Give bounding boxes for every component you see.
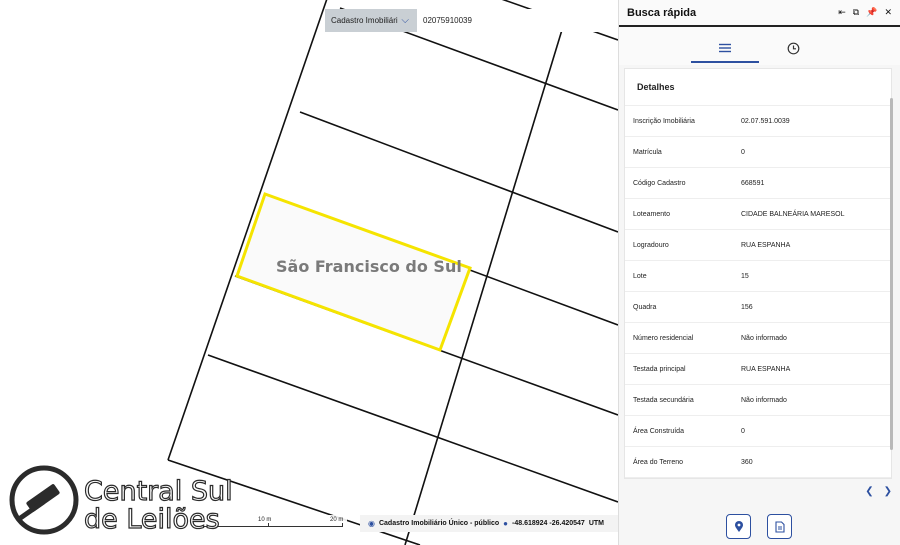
detail-key: Matrícula [633,148,662,156]
logo-line1: Central Sul [84,476,233,507]
status-coordinates: -48.618924 -26.420547 [512,520,585,527]
layer-selector-label: Cadastro Imobiliári [331,16,398,25]
chevron-right-icon[interactable]: ❯ [884,486,892,497]
tab-history[interactable] [759,35,827,61]
detail-value: 156 [741,303,753,311]
panel-actions: ⇤ ⧉ 📌 ✕ [838,7,892,18]
details-title: Detalhes [625,69,891,106]
tab-list[interactable] [691,35,759,63]
detail-value: 02.07.591.0039 [741,117,790,125]
status-bar: ◉ Cadastro Imobiliário Único - público ●… [360,515,618,532]
pager: ❮ ❯ [865,486,892,497]
detail-row: Quadra 156 [625,292,891,323]
panel-tabs [619,27,900,65]
detail-key: Lote [633,272,647,280]
detail-row: Matrícula 0 [625,137,891,168]
detail-row: Loteamento CIDADE BALNEÁRIA MARESOL [625,199,891,230]
parcel-label: São Francisco do Sul [276,257,462,276]
location-pin-icon [734,520,743,532]
detail-value: RUA ESPANHA [741,365,791,373]
popout-icon[interactable]: ⧉ [853,7,859,18]
panel-header: Busca rápida ⇤ ⧉ 📌 ✕ [619,0,900,27]
search-value: 02075910039 [423,16,472,25]
location-pin-icon: ● [503,519,509,528]
detail-row: Testada principal RUA ESPANHA [625,354,891,385]
detail-key: Testada secundária [633,396,694,404]
detail-row: Inscrição Imobiliária 02.07.591.0039 [625,106,891,137]
search-input[interactable]: 02075910039 [417,9,618,32]
detail-row: Número residencial Não informado [625,323,891,354]
layers-icon: ◉ [368,519,375,528]
detail-row: Lote 15 [625,261,891,292]
detail-key: Testada principal [633,365,686,373]
details-card: Detalhes Inscrição Imobiliária 02.07.591.… [624,68,892,479]
detail-key: Logradouro [633,241,669,249]
report-button[interactable] [767,514,792,539]
detail-value: RUA ESPANHA [741,241,791,249]
detail-row: Código Cadastro 668591 [625,168,891,199]
detail-value: Não informado [741,334,787,342]
chevron-left-icon[interactable]: ❮ [865,486,873,497]
detail-key: Inscrição Imobiliária [633,117,695,125]
chevron-down-icon: ⌵ [401,15,409,26]
details-list: Inscrição Imobiliária 02.07.591.0039 Matrí… [625,106,891,479]
detail-row: Área Construída 0 [625,416,891,447]
detail-value: Não informado [741,396,787,404]
detail-value: 0 [741,427,745,435]
quick-search-panel: Busca rápida ⇤ ⧉ 📌 ✕ Detalhes Inscrição … [618,0,900,545]
map-canvas[interactable]: São Francisco do Sul Cadastro Imobiliári… [0,0,618,545]
detail-key: Área do Terreno [633,458,684,466]
detail-key: Loteamento [633,210,670,218]
pin-icon[interactable]: 📌 [866,7,877,18]
collapse-left-icon[interactable]: ⇤ [838,7,846,18]
detail-value: 360 [741,458,753,466]
detail-row: Área do Terreno 360 [625,447,891,478]
logo-line2: de Leilões [84,504,220,535]
detail-row: Logradouro RUA ESPANHA [625,230,891,261]
detail-key: Código Cadastro [633,179,686,187]
status-suffix: UTM [588,520,604,527]
status-layer-text: Cadastro Imobiliário Único - público [378,520,500,527]
detail-row: Testada secundária Não informado [625,385,891,416]
list-icon [719,43,731,53]
detail-key: Área Construída [633,427,684,435]
central-sul-logo: Central Sul de Leilões [9,465,233,536]
close-icon[interactable]: ✕ [884,7,892,18]
detail-key: Quadra [633,303,657,311]
clock-icon [787,42,799,54]
panel-title: Busca rápida [627,6,697,19]
detail-row: Testada12 [625,478,891,479]
scale-label-10: 10 m [258,517,272,523]
layer-selector[interactable]: Cadastro Imobiliári ⌵ [325,9,417,32]
locate-button[interactable] [726,514,751,539]
detail-value: 668591 [741,179,765,187]
detail-key: Número residencial [633,334,694,342]
detail-value: 0 [741,148,745,156]
scrollbar[interactable] [890,98,893,450]
detail-value: CIDADE BALNEÁRIA MARESOL [741,210,845,218]
document-icon [774,520,785,533]
detail-value: 15 [741,272,749,280]
